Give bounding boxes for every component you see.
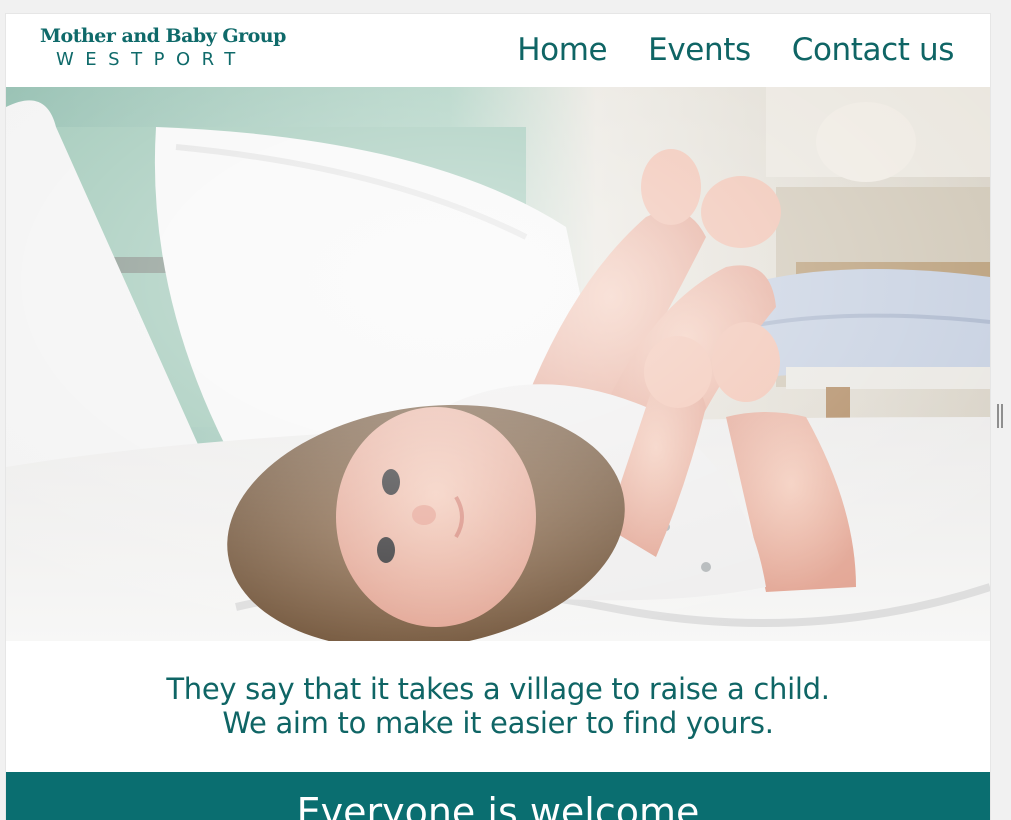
logo-subtitle: WESTPORT bbox=[56, 49, 247, 70]
tagline: They say that it takes a village to rais… bbox=[6, 672, 990, 740]
banner-title: Everyone is welcome bbox=[296, 790, 700, 820]
main-nav: Home Events Contact us bbox=[517, 32, 954, 72]
site-logo[interactable]: Mother and Baby Group WESTPORT bbox=[40, 24, 286, 74]
logo-title: Mother and Baby Group bbox=[40, 25, 286, 47]
hero-photo-illustration bbox=[6, 87, 990, 641]
site-header: Mother and Baby Group WESTPORT Home Even… bbox=[6, 14, 990, 87]
web-page: Mother and Baby Group WESTPORT Home Even… bbox=[6, 14, 990, 820]
browser-viewport: Mother and Baby Group WESTPORT Home Even… bbox=[0, 0, 1011, 820]
tagline-line-1: They say that it takes a village to rais… bbox=[166, 672, 830, 706]
nav-home-link[interactable]: Home bbox=[517, 32, 607, 72]
tagline-line-2: We aim to make it easier to find yours. bbox=[222, 706, 774, 740]
welcome-banner: Everyone is welcome bbox=[6, 772, 990, 820]
nav-events-link[interactable]: Events bbox=[648, 32, 751, 72]
resize-handle[interactable] bbox=[997, 404, 1003, 428]
nav-contact-link[interactable]: Contact us bbox=[792, 32, 955, 72]
hero-image bbox=[6, 87, 990, 641]
